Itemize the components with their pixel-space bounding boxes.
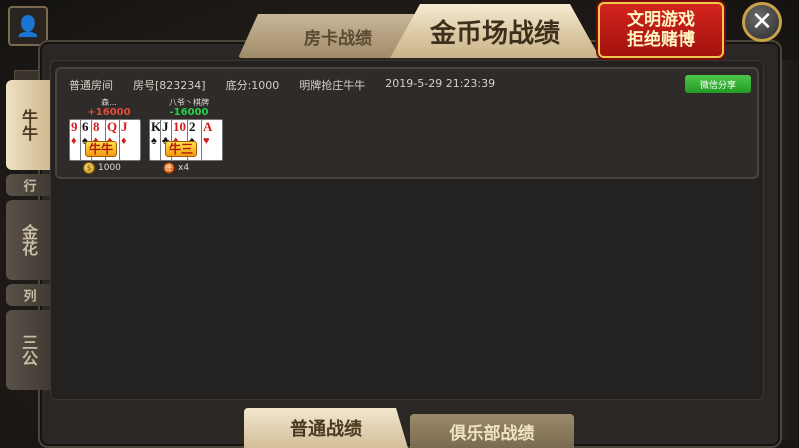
card-rank: 9 [71, 119, 78, 134]
coin-icon: $ [83, 162, 95, 174]
record-datetime: 2019-5-29 21:23:39 [385, 77, 496, 90]
player-multiplier: x4 [178, 163, 190, 173]
player-footer: 庄 x4 [149, 162, 229, 174]
card-rank: Q [107, 119, 118, 134]
records-dialog: 房卡战绩 金币场战绩 文明游戏 拒绝赌博 ✕ 牛牛 行 金花 列 三公 普通房间… [6, 0, 782, 448]
tab-club-records[interactable]: 俱乐部战绩 [410, 414, 574, 448]
room-number: 房号[823234] [133, 79, 206, 92]
player-footer: $ 1000 [69, 162, 149, 174]
player-result: 森... +16000 9♦ 6♠ 8♦ Q♦ J♦ 牛牛 $ 1000 [69, 97, 149, 174]
base-score: 底分:1000 [225, 79, 280, 92]
card-rank: 10 [173, 119, 186, 134]
dealer-icon: 庄 [163, 162, 175, 174]
close-icon: ✕ [751, 7, 773, 37]
tab-normal-records[interactable]: 普通战绩 [244, 408, 408, 448]
notice-line-1: 文明游戏 [627, 10, 695, 30]
side-tab-jinhua[interactable]: 金花 [6, 200, 50, 280]
card-rank: J [121, 119, 128, 134]
card-suit: ♥ [203, 135, 210, 147]
card-suit: ♦ [121, 135, 127, 147]
game-mode: 明牌抢庄牛牛 [299, 79, 366, 92]
playing-card: J ♦ [119, 119, 141, 161]
card-rank: J [162, 119, 169, 134]
card-rank: 2 [189, 119, 196, 134]
card-rank: A [203, 119, 213, 134]
record-header: 普通房间 房号[823234] 底分:1000 明牌抢庄牛牛 2019-5-29… [69, 77, 495, 93]
player-hand: K♠ J♣ 10♦ 2♠ A♥ 牛三 [149, 119, 229, 161]
hand-result-label: 牛牛 [85, 141, 118, 157]
player-score: +16000 [87, 107, 131, 118]
player-score: -16000 [169, 107, 209, 118]
player-result: 八爷丶棋牌 -16000 K♠ J♣ 10♦ 2♠ A♥ 牛三 庄 x4 [149, 97, 229, 174]
player-name: 森... [101, 98, 117, 107]
side-tab-divider-1: 行 [6, 174, 50, 196]
player-bet: 1000 [98, 163, 121, 173]
close-button[interactable]: ✕ [742, 2, 782, 42]
records-list[interactable]: 普通房间 房号[823234] 底分:1000 明牌抢庄牛牛 2019-5-29… [50, 60, 764, 400]
card-rank: 6 [82, 119, 89, 134]
side-tab-niuniu[interactable]: 牛牛 [6, 80, 50, 170]
card-rank: 8 [93, 119, 100, 134]
wechat-share-button[interactable]: 微信分享 [685, 75, 751, 93]
side-tab-divider-2: 列 [6, 284, 50, 306]
civilized-gaming-notice: 文明游戏 拒绝赌博 [598, 2, 724, 58]
notice-line-2: 拒绝赌博 [627, 30, 695, 50]
playing-card: A ♥ [201, 119, 223, 161]
room-type: 普通房间 [69, 79, 113, 92]
player-name: 八爷丶棋牌 [169, 98, 209, 107]
hand-result-label: 牛三 [165, 141, 198, 157]
side-tab-sangong[interactable]: 三公 [6, 310, 50, 390]
player-hand: 9♦ 6♠ 8♦ Q♦ J♦ 牛牛 [69, 119, 149, 161]
tab-coin-records[interactable]: 金币场战绩 [390, 4, 600, 58]
record-entry: 普通房间 房号[823234] 底分:1000 明牌抢庄牛牛 2019-5-29… [55, 67, 759, 179]
